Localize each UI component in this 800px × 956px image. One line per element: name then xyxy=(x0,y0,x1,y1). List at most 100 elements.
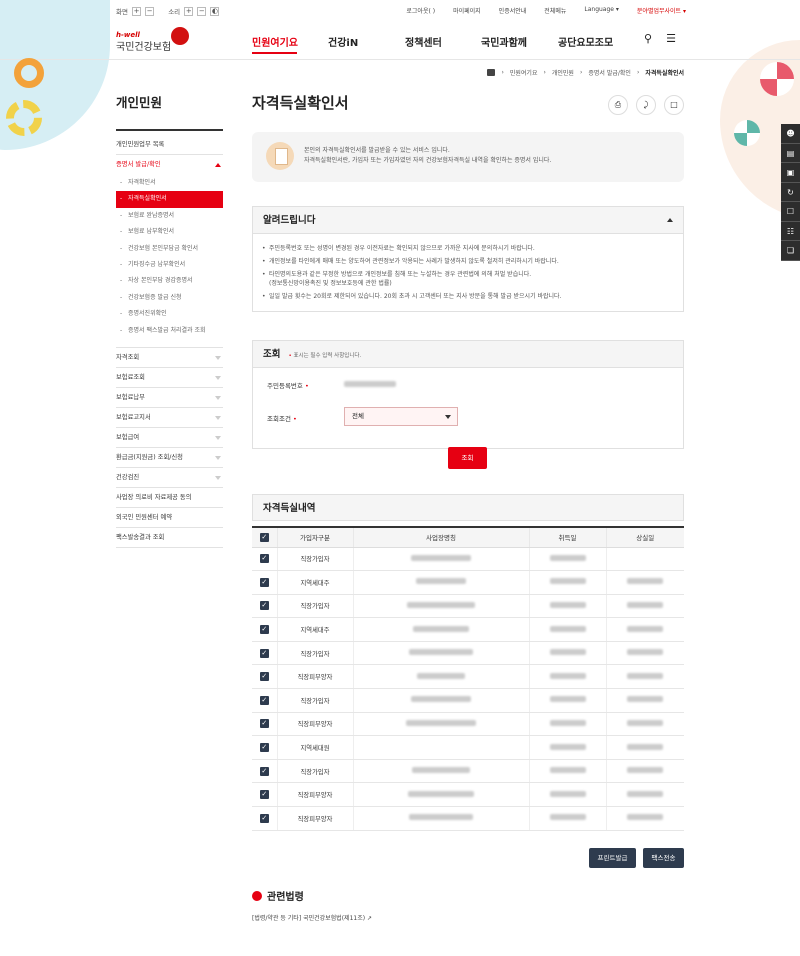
table-row: ✓ 직장가입자 xyxy=(252,759,684,784)
side-nav-subitem[interactable]: 자격확인서 xyxy=(116,175,223,192)
quick-lock-icon[interactable]: ☐ xyxy=(781,202,800,222)
side-nav-item-open[interactable]: 증명서 발급/확인 xyxy=(116,155,223,175)
side-nav-item[interactable]: 보험급여 xyxy=(116,428,223,448)
side-nav-item[interactable]: 환급금(지원금) 조회/신청 xyxy=(116,448,223,468)
side-nav-subitem[interactable]: 증명서 팩스발급 처리결과 조회 xyxy=(116,323,223,340)
search-icon[interactable]: ⚲ xyxy=(644,32,652,45)
table-row: ✓ 지역세대원 xyxy=(252,735,684,760)
menu-icon[interactable]: ☰ xyxy=(666,32,676,45)
quick-user-icon[interactable]: ☻ xyxy=(781,124,800,144)
chevron-down-icon xyxy=(215,375,221,380)
sound-icon[interactable]: ◐ xyxy=(210,6,220,16)
main-nav: 민원여기요 건강iN 정책센터 국민과함께 공단요모조모 xyxy=(252,34,648,54)
row-checkbox[interactable]: ✓ xyxy=(252,547,277,572)
side-nav-item[interactable]: 보험료납부 xyxy=(116,388,223,408)
side-nav-subitem[interactable]: 기타징수금 납부확인서 xyxy=(116,257,223,274)
breadcrumb-item[interactable]: 민원여기요 xyxy=(510,68,538,77)
workplace-name xyxy=(352,547,529,572)
bookmark-icon[interactable]: □ xyxy=(664,95,684,115)
side-nav-item[interactable]: 외국인 민원센터 예약 xyxy=(116,508,223,528)
mypage-link[interactable]: 마이페이지 xyxy=(453,6,481,15)
row-checkbox[interactable]: ✓ xyxy=(252,759,277,784)
side-nav-subitem[interactable]: 보험료 납부확인서 xyxy=(116,224,223,241)
quick-list-icon[interactable]: ☷ xyxy=(781,222,800,241)
ssn-label: 주민등록번호 • xyxy=(267,382,309,390)
law-icon xyxy=(252,890,262,901)
loss-date xyxy=(605,712,684,737)
sound-down-button[interactable]: − xyxy=(197,6,207,16)
home-icon[interactable] xyxy=(487,69,496,76)
chevron-down-icon xyxy=(215,435,221,440)
notice-box: 알려드립니다 주민등록번호 또는 성명이 변경된 경우 이전자료는 확인되지 않… xyxy=(252,206,684,312)
gnb-item[interactable]: 정책센터 xyxy=(405,34,481,49)
row-checkbox[interactable]: ✓ xyxy=(252,782,277,808)
row-checkbox[interactable]: ✓ xyxy=(252,570,277,595)
quick-doc-icon[interactable]: ▤ xyxy=(781,144,800,163)
side-nav-subitem[interactable]: 건강보험증 발급 신청 xyxy=(116,290,223,307)
search-title: 조회 xyxy=(263,349,281,360)
side-nav-item[interactable]: 건강검진 xyxy=(116,468,223,488)
sites-select[interactable]: 분야별업무사이트 ▾ xyxy=(637,6,686,15)
acquire-date xyxy=(528,570,606,595)
row-checkbox[interactable]: ✓ xyxy=(252,712,277,737)
side-nav-subitem[interactable]: 자격득실확인서 xyxy=(116,191,223,208)
side-nav-subitem[interactable]: 건강보험 본인부담금 확인서 xyxy=(116,241,223,258)
print-issue-button[interactable]: 프린트발급 xyxy=(589,848,636,868)
gnb-item[interactable]: 국민과함께 xyxy=(481,34,558,49)
page-tools: ⎙ ⤸ □ xyxy=(608,95,684,115)
collapse-icon[interactable] xyxy=(667,218,673,222)
gnb-item[interactable]: 건강iN xyxy=(328,34,405,49)
breadcrumb-item[interactable]: 증명서 발급/확인 xyxy=(588,68,631,77)
gnb-item[interactable]: 공단요모조모 xyxy=(558,34,648,49)
member-type: 직장피부양자 xyxy=(276,806,353,831)
member-type: 지역세대원 xyxy=(276,735,353,760)
external-link-icon[interactable]: ↗ xyxy=(367,915,372,922)
side-nav-subitem[interactable]: 보험료 완납증명서 xyxy=(116,208,223,225)
quick-copy-icon[interactable]: ❏ xyxy=(781,241,800,261)
side-nav-item[interactable]: 사업장 의료비 자료제공 동의 xyxy=(116,488,223,508)
side-nav-item[interactable]: 개인민원업무 목록 xyxy=(116,135,223,155)
table-row: ✓ 직장피부양자 xyxy=(252,664,684,690)
main-content: 자격득실확인서 ⎙ ⤸ □ 본인의 자격득실확인서를 발급받을 수 있는 서비스… xyxy=(252,92,684,868)
row-checkbox[interactable]: ✓ xyxy=(252,806,277,831)
row-checkbox[interactable]: ✓ xyxy=(252,594,277,619)
sitemap-link[interactable]: 전체메뉴 xyxy=(544,6,566,15)
side-nav-item[interactable]: 보험료조회 xyxy=(116,368,223,388)
law-link[interactable]: [법령/약관 등 기타] 국민건강보험법(제11조) xyxy=(252,915,365,922)
quick-cert-icon[interactable]: ▣ xyxy=(781,163,800,183)
side-nav-item[interactable]: 자격조회 xyxy=(116,348,223,368)
row-checkbox[interactable]: ✓ xyxy=(252,617,277,642)
select-all-checkbox[interactable]: ✓ xyxy=(252,527,277,548)
acquire-date xyxy=(528,594,606,619)
side-nav-subitem[interactable]: 자상 본인부담 경감증명서 xyxy=(116,273,223,290)
decoration-float-ring xyxy=(6,100,42,136)
history-title: 자격득실내역 xyxy=(252,494,684,521)
workplace-name xyxy=(352,594,529,619)
language-select[interactable]: Language ▾ xyxy=(584,6,619,15)
zoom-out-button[interactable]: − xyxy=(145,6,155,16)
row-checkbox[interactable]: ✓ xyxy=(252,735,277,760)
side-nav-item[interactable]: 팩스발송결과 조회 xyxy=(116,528,223,548)
condition-select[interactable]: 전체 xyxy=(344,407,458,426)
print-icon[interactable]: ⎙ xyxy=(608,95,628,115)
loss-date xyxy=(605,759,684,784)
breadcrumb-item[interactable]: 개인민원 xyxy=(552,68,574,77)
cert-link[interactable]: 인증서안내 xyxy=(499,6,527,15)
zoom-in-button[interactable]: + xyxy=(132,6,142,16)
side-nav-subitem[interactable]: 증명서진위확인 xyxy=(116,306,223,323)
share-icon[interactable]: ⤸ xyxy=(636,95,656,115)
row-checkbox[interactable]: ✓ xyxy=(252,641,277,666)
logout-link[interactable]: 로그아웃( ) xyxy=(406,6,435,15)
search-button[interactable]: 조회 xyxy=(448,447,487,469)
table-row: ✓ 직장가입자 xyxy=(252,547,684,572)
gnb-item[interactable]: 민원여기요 xyxy=(252,34,328,54)
row-checkbox[interactable]: ✓ xyxy=(252,688,277,713)
quick-refresh-icon[interactable]: ↻ xyxy=(781,183,800,202)
side-nav-item[interactable]: 보험료고지서 xyxy=(116,408,223,428)
row-checkbox[interactable]: ✓ xyxy=(252,664,277,690)
logo[interactable]: h-well 국민건강보험 xyxy=(116,27,189,53)
sound-up-button[interactable]: + xyxy=(184,6,194,16)
fax-send-button[interactable]: 팩스전송 xyxy=(643,848,684,868)
column-header: 가입자구분 xyxy=(276,527,353,548)
decoration-parasol xyxy=(760,62,794,96)
